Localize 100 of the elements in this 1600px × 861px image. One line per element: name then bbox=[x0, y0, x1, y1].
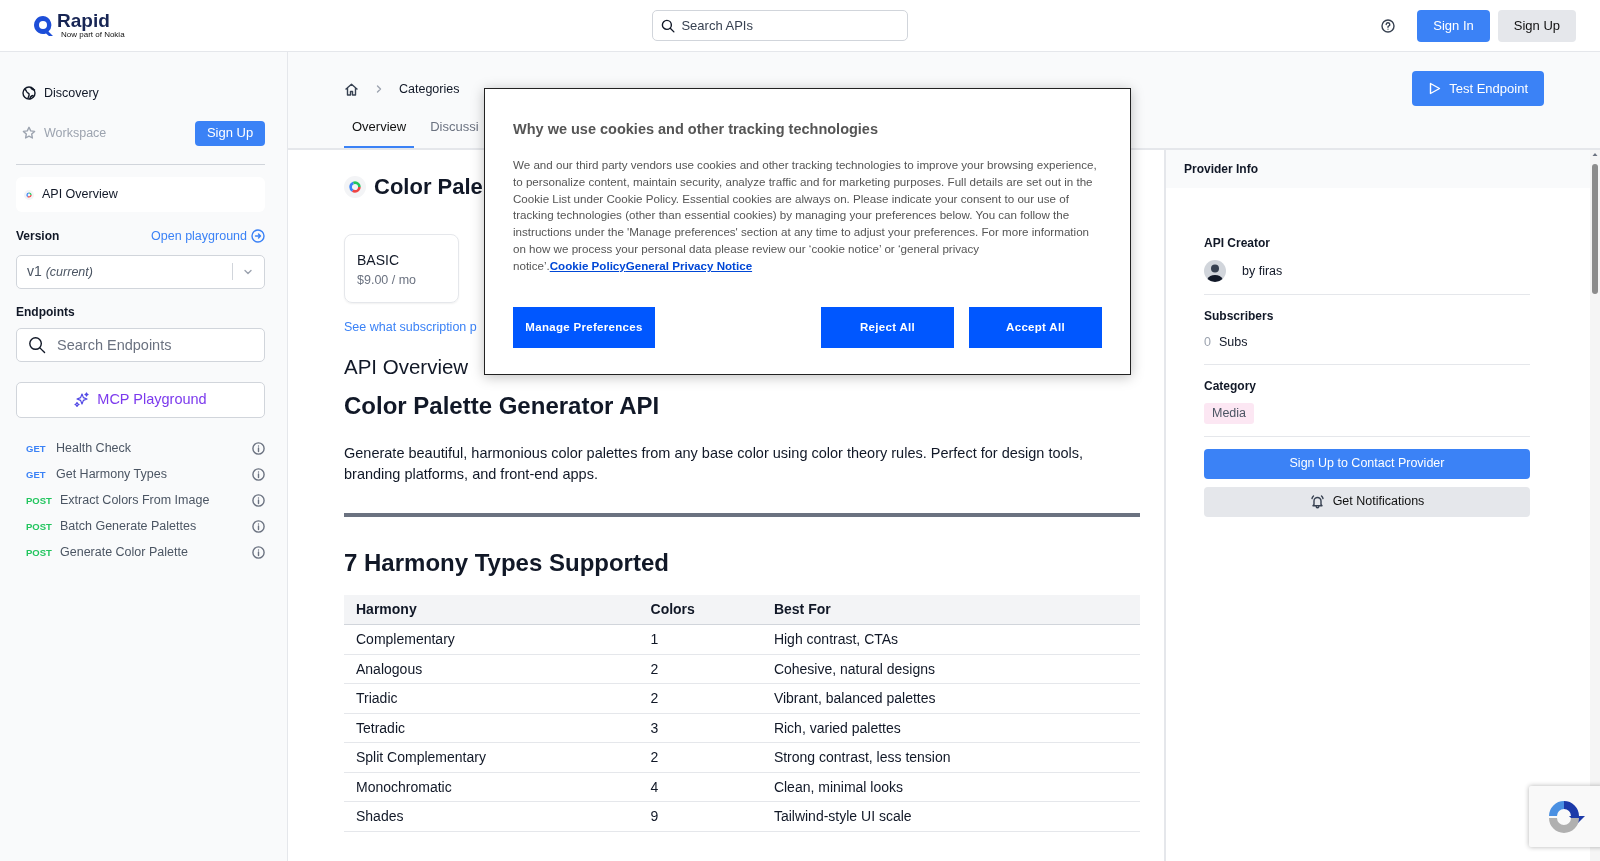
sign-in-button[interactable]: Sign In bbox=[1417, 9, 1490, 42]
chevron-right-icon bbox=[375, 84, 383, 95]
api-description: Generate beautiful, harmonious color palettes from any base color using color theory rules. Perfect for design tools, branding platforms, and front-end apps. bbox=[344, 443, 1085, 484]
method-tag: POST bbox=[26, 545, 56, 560]
search-icon bbox=[28, 335, 46, 354]
sign-up-button[interactable]: Sign Up bbox=[1497, 9, 1576, 42]
table-cell: High contrast, CTAs bbox=[761, 624, 1140, 655]
table-cell: Analogous bbox=[344, 654, 639, 684]
endpoint-item[interactable]: POST Extract Colors From Image bbox=[16, 487, 265, 514]
policy-link[interactable]: General Privacy Notice bbox=[625, 259, 753, 273]
globe-icon bbox=[22, 86, 36, 100]
dialog-text: We and our third party vendors use cookies and other tracking technologies to improve your browsing experience, to personalize content, maintain security, analyze traffic and for marketing purposes. Full details are set out in the Cookie List under Cookie Policy. Essential cookies are always on. Please indicate your consent to our use of tracking technologies (other than essential cookies) by managing your preferences below. You can follow the instructions under the 'Manage preferences' section at any time to adjust your preferences. For more information on how we process your personal data please review our ‘cookie notice’ or ‘general privacy notice’.Cookie PolicyGeneral Privacy Notice bbox=[513, 156, 1098, 275]
column-header: Best For bbox=[761, 595, 1140, 625]
home-icon bbox=[344, 81, 359, 97]
contact-provider-button[interactable]: Sign Up to Contact Provider bbox=[1204, 448, 1530, 479]
plan-card[interactable]: BASIC $9.00 / mo bbox=[344, 234, 459, 304]
endpoint-name: Generate Color Palette bbox=[60, 544, 189, 562]
search-field[interactable]: Search APIs bbox=[652, 10, 909, 41]
table-cell: 2 bbox=[638, 742, 762, 773]
table-cell: Strong contrast, less tension bbox=[761, 742, 1140, 773]
field-label: Category bbox=[1204, 377, 1257, 395]
endpoint-name: Health Check bbox=[56, 440, 133, 458]
subscriber-unit: Subs bbox=[1218, 334, 1248, 351]
endpoint-item[interactable]: GET Health Check bbox=[16, 435, 265, 462]
recaptcha-badge[interactable] bbox=[1529, 786, 1600, 847]
subscriber-count: 0 bbox=[1204, 334, 1211, 351]
info-icon bbox=[252, 494, 265, 508]
endpoint-item[interactable]: POST Generate Color Palette bbox=[16, 539, 265, 566]
field-label: Subscribers bbox=[1204, 308, 1275, 325]
api-icon bbox=[344, 176, 366, 199]
avatar-icon bbox=[1204, 260, 1226, 282]
table-cell: Rich, varied palettes bbox=[761, 713, 1140, 743]
category-tag[interactable]: Media bbox=[1204, 402, 1255, 424]
method-tag: POST bbox=[26, 493, 56, 508]
column-header: Colors bbox=[638, 595, 762, 625]
table-cell: 4 bbox=[638, 772, 762, 802]
logo-icon bbox=[33, 14, 53, 37]
table-cell: 3 bbox=[638, 713, 762, 743]
policy-link[interactable]: Cookie Policy bbox=[549, 259, 626, 273]
logo-tagline: Now part of Nokia bbox=[61, 30, 125, 40]
play-icon bbox=[1428, 82, 1442, 95]
info-icon bbox=[252, 468, 265, 482]
tab[interactable]: Overview bbox=[344, 108, 415, 149]
table-cell: Vibrant, balanced palettes bbox=[761, 683, 1140, 714]
endpoint-name: Extract Colors From Image bbox=[60, 492, 211, 510]
method-tag: POST bbox=[26, 519, 56, 534]
nav-item[interactable]: Discovery bbox=[16, 83, 99, 103]
table-cell: 9 bbox=[638, 801, 762, 832]
logo-text: Rapid bbox=[57, 11, 111, 31]
sparkle-icon bbox=[74, 392, 90, 408]
table-cell: Split Complementary bbox=[344, 742, 639, 773]
table-cell: 2 bbox=[638, 654, 762, 684]
method-tag: GET bbox=[26, 441, 56, 456]
table-cell: Monochromatic bbox=[344, 772, 639, 802]
plan-name: BASIC bbox=[357, 251, 400, 271]
info-icon bbox=[252, 520, 265, 534]
table-cell: Tetradic bbox=[344, 713, 639, 743]
section-heading: API Overview bbox=[344, 355, 470, 380]
table-cell: Clean, minimal looks bbox=[761, 772, 1140, 802]
api-overview-item[interactable]: API Overview bbox=[16, 177, 265, 212]
api-icon bbox=[24, 189, 34, 200]
sign-up-button[interactable]: Sign Up bbox=[195, 120, 265, 146]
info-icon bbox=[252, 546, 265, 560]
endpoint-item[interactable]: POST Batch Generate Palettes bbox=[16, 513, 265, 540]
section-heading: 7 Harmony Types Supported bbox=[344, 548, 670, 578]
field-label: API Creator bbox=[1204, 235, 1272, 252]
dialog-title: Why we use cookies and other tracking technologies bbox=[513, 120, 879, 139]
table-cell: Tailwind-style UI scale bbox=[761, 801, 1140, 832]
table-cell: 2 bbox=[638, 683, 762, 714]
endpoint-name: Get Harmony Types bbox=[56, 466, 168, 484]
table-cell: 1 bbox=[638, 624, 762, 655]
info-icon bbox=[252, 442, 265, 456]
version-select[interactable]: v1 (current) bbox=[16, 254, 265, 289]
api-name-heading: Color Palette Generator API bbox=[344, 391, 661, 421]
panel-title: Provider Info bbox=[1184, 161, 1258, 178]
reject-all-button[interactable]: Reject All bbox=[821, 307, 954, 349]
endpoints-label: Endpoints bbox=[16, 303, 76, 321]
breadcrumb-link[interactable]: Categories bbox=[399, 80, 460, 99]
table-cell: Complementary bbox=[344, 624, 639, 655]
table-cell: Shades bbox=[344, 801, 639, 832]
tab[interactable]: Discussi bbox=[422, 108, 487, 149]
api-title: Color Pale bbox=[374, 174, 483, 201]
method-tag: GET bbox=[26, 467, 56, 482]
test-endpoint-button[interactable]: Test Endpoint bbox=[1412, 71, 1544, 106]
star-icon bbox=[22, 126, 36, 140]
search-icon bbox=[661, 19, 676, 33]
manage-preferences-button[interactable]: Manage Preferences bbox=[513, 307, 655, 349]
help-icon bbox=[1381, 18, 1396, 33]
bell-icon bbox=[1309, 494, 1325, 509]
table-cell: Triadic bbox=[344, 683, 639, 714]
arrow-right-circle-icon bbox=[251, 229, 265, 244]
endpoint-name: Batch Generate Palettes bbox=[60, 518, 198, 536]
open-playground-link[interactable]: Open playground bbox=[151, 227, 265, 246]
mcp-playground-button[interactable]: MCP Playground bbox=[16, 381, 265, 418]
version-label: Version bbox=[16, 228, 60, 246]
accept-all-button[interactable]: Accept All bbox=[969, 307, 1102, 349]
plan-price: $9.00 / mo bbox=[357, 272, 418, 290]
notifications-button[interactable]: Get Notifications bbox=[1204, 486, 1530, 517]
endpoint-search-field[interactable]: Search Endpoints bbox=[16, 327, 265, 362]
endpoint-item[interactable]: GET Get Harmony Types bbox=[16, 461, 265, 488]
